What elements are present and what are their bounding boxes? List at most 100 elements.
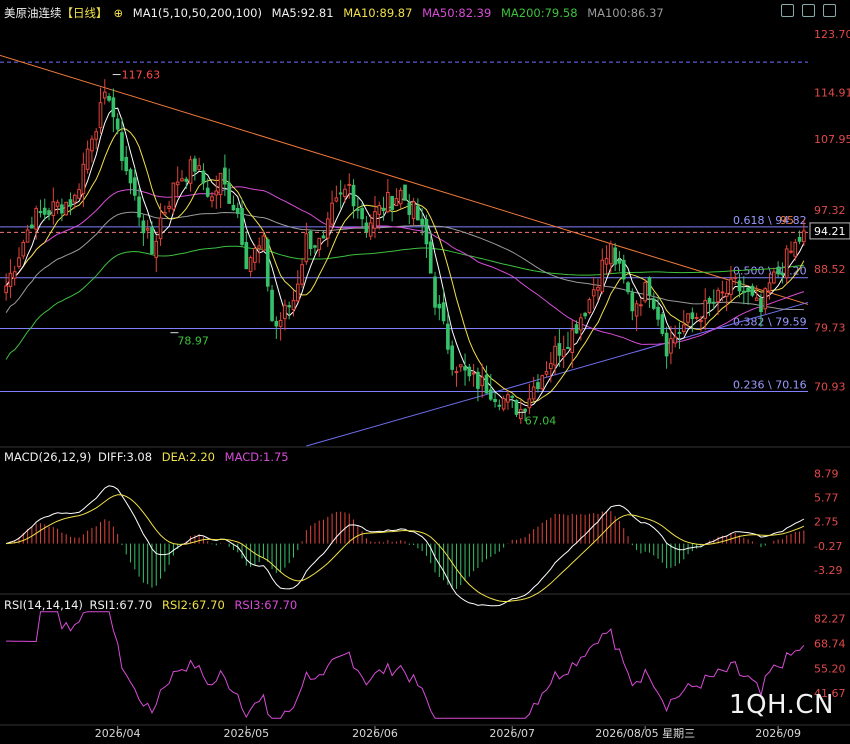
candle-body (630, 292, 635, 312)
candle-body (716, 289, 720, 303)
candle-body (248, 257, 253, 272)
candle-body (325, 218, 330, 239)
fib-label-0.382: 0.382 \ 79.59 (733, 316, 807, 329)
candle-body (784, 248, 789, 279)
candle-body (60, 204, 64, 214)
candle-body (690, 312, 695, 320)
candle-body (763, 288, 768, 310)
candle-body (643, 282, 648, 302)
candle-body (553, 345, 557, 366)
candle-body (120, 132, 124, 162)
rsi3-value: RSI3:67.70 (234, 598, 298, 612)
candle-body (471, 372, 476, 375)
candle-body (38, 211, 43, 214)
candle-body (141, 220, 146, 234)
candle-body (390, 195, 394, 210)
candle-body (544, 371, 549, 375)
x-axis-tick: 2026/05 (223, 727, 269, 740)
candle-body (227, 182, 231, 204)
ma200-value: MA200:79.58 (500, 6, 578, 20)
candle-body (591, 289, 596, 297)
candle-body (467, 366, 472, 377)
candle-body (313, 245, 317, 248)
last-price-tag: 94.21 (814, 225, 846, 238)
candle-body (188, 159, 193, 184)
candle-body (677, 332, 682, 335)
candle-body (167, 205, 171, 209)
candle-body (270, 289, 274, 321)
candle-body (17, 257, 21, 267)
candle-body (171, 182, 176, 210)
candle-body (476, 371, 480, 389)
candle-body (767, 282, 772, 292)
rsi-axis-tick: 82.27 (814, 613, 846, 626)
candle-body (300, 264, 304, 285)
candle-body (776, 268, 780, 275)
candle-body (480, 376, 485, 387)
candle-body (416, 205, 420, 221)
symbol-name[interactable]: 美原油连续 (4, 6, 62, 20)
candle-body (626, 282, 630, 293)
candle-body (334, 197, 339, 202)
window-controls (781, 4, 836, 17)
candle-body (253, 247, 257, 263)
candle-body (703, 300, 708, 319)
candle-body (21, 241, 26, 257)
candle-body (137, 196, 141, 218)
candle-body (694, 316, 699, 319)
candle-body (686, 313, 690, 323)
candle-body (506, 394, 510, 403)
candle-body (711, 301, 716, 304)
candle-body (789, 250, 793, 253)
candle-body (488, 389, 493, 400)
candle-body (34, 208, 38, 230)
crosshair-icon[interactable]: ⊕ (114, 6, 124, 20)
candle-body (162, 212, 167, 215)
candle-body (724, 292, 729, 297)
rsi-header: RSI(14,14,14) RSI1:67.70 RSI2:67.70 RSI3… (4, 597, 303, 613)
macd-header: MACD(26,12,9) DIFF:3.08 DEA:2.20 MACD:1.… (4, 449, 295, 465)
candle-body (257, 245, 262, 249)
period-label[interactable]: 【日线】 (62, 6, 108, 20)
fib-extra-label: 95 (780, 214, 794, 227)
candle-body (240, 208, 244, 245)
macd-diff: DIFF:3.08 (98, 450, 153, 464)
candle-body (124, 156, 129, 172)
close-icon[interactable] (823, 4, 836, 17)
candle-body (347, 183, 352, 186)
candle-body (664, 332, 669, 357)
candle-body (85, 148, 90, 170)
candle-body (368, 222, 373, 237)
candle-body (98, 102, 103, 129)
candle-body (613, 247, 617, 265)
expand-icon[interactable] (802, 4, 815, 17)
candle-body (154, 240, 159, 258)
candle-body (518, 408, 523, 420)
macd-axis-tick: -0.27 (814, 540, 842, 553)
candle-body (68, 199, 73, 207)
candle-body (484, 374, 489, 394)
candle-body (51, 201, 56, 217)
ma100-value: MA100:86.37 (587, 6, 664, 20)
settings-icon[interactable] (781, 4, 794, 17)
candle-body (733, 277, 738, 280)
ma50-value: MA50:82.39 (422, 6, 492, 20)
candle-body (720, 291, 725, 294)
candle-body (604, 257, 609, 265)
macd-dea: DEA:2.20 (161, 450, 216, 464)
candle-body (497, 404, 502, 407)
macd-axis-tick: -3.29 (814, 564, 842, 577)
candle-body (244, 241, 249, 270)
candle-body (283, 304, 287, 320)
macd-macd: MACD:1.75 (224, 450, 289, 464)
candle-body (548, 363, 553, 370)
candle-body (81, 163, 86, 195)
candle-body (394, 198, 399, 207)
ascending-trendline (306, 301, 809, 447)
candle-body (42, 207, 47, 215)
candle-body (651, 298, 656, 309)
x-axis-tick: 2026/09 (755, 727, 801, 740)
ma-group-label: MA1(5,10,50,200,100) (132, 6, 262, 20)
candle-body (729, 278, 733, 295)
candle-body (647, 277, 652, 296)
